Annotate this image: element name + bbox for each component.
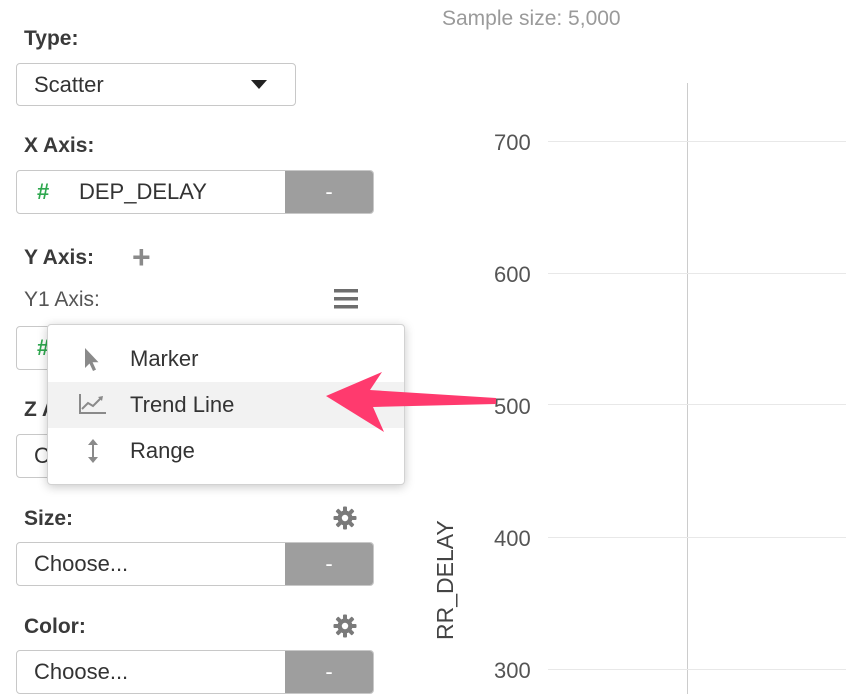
x-axis-label: X Axis: [24, 134, 95, 157]
size-remove-button[interactable]: - [285, 543, 373, 585]
vertical-range-icon [78, 438, 100, 470]
x-axis-remove-button[interactable]: - [285, 171, 373, 213]
color-remove-button[interactable]: - [285, 651, 373, 693]
x-axis-field[interactable]: # DEP_DELAY - [16, 170, 374, 214]
sample-size-text: Sample size: 5,000 [442, 7, 621, 30]
y-tick-label: 600 [494, 262, 531, 287]
color-label: Color: [24, 615, 86, 638]
chart-x-zero-line [687, 83, 688, 694]
y-axis-title: RR_DELAY [432, 520, 458, 640]
chart-gridline [548, 404, 846, 405]
numeric-column-icon: # [37, 179, 50, 204]
chart-gridline [548, 273, 846, 274]
menu-item-label: Trend Line [130, 392, 235, 417]
y1-axis-label: Y1 Axis: [24, 288, 100, 311]
cursor-arrow-icon [78, 346, 100, 378]
size-settings-gear-icon[interactable] [333, 506, 357, 530]
trend-line-icon [78, 392, 108, 422]
hamburger-menu-icon[interactable] [333, 288, 359, 310]
color-settings-gear-icon[interactable] [333, 614, 357, 638]
add-y-axis-icon[interactable]: + [132, 239, 151, 276]
chart-type-select[interactable]: Scatter [16, 63, 296, 106]
size-label: Size: [24, 507, 74, 530]
color-field[interactable]: Choose... - [16, 650, 374, 694]
chart-gridline [548, 669, 846, 670]
chart-type-value: Scatter [34, 72, 104, 97]
y-axis-label: Y Axis: [24, 246, 95, 269]
chart-gridline [548, 141, 846, 142]
y-tick-label: 300 [494, 658, 531, 683]
size-value: Choose... [34, 551, 129, 576]
annotation-arrow-icon [326, 372, 496, 432]
chart-gridline [548, 537, 846, 538]
y-tick-label: 400 [494, 526, 531, 551]
menu-item-label: Range [130, 438, 195, 463]
type-label: Type: [24, 27, 79, 50]
size-field[interactable]: Choose... - [16, 542, 374, 586]
color-value: Choose... [34, 659, 129, 684]
dropdown-caret-icon [251, 80, 267, 89]
menu-item-label: Marker [130, 346, 199, 371]
y-tick-label: 700 [494, 130, 531, 155]
x-axis-column-value: DEP_DELAY [79, 179, 207, 204]
